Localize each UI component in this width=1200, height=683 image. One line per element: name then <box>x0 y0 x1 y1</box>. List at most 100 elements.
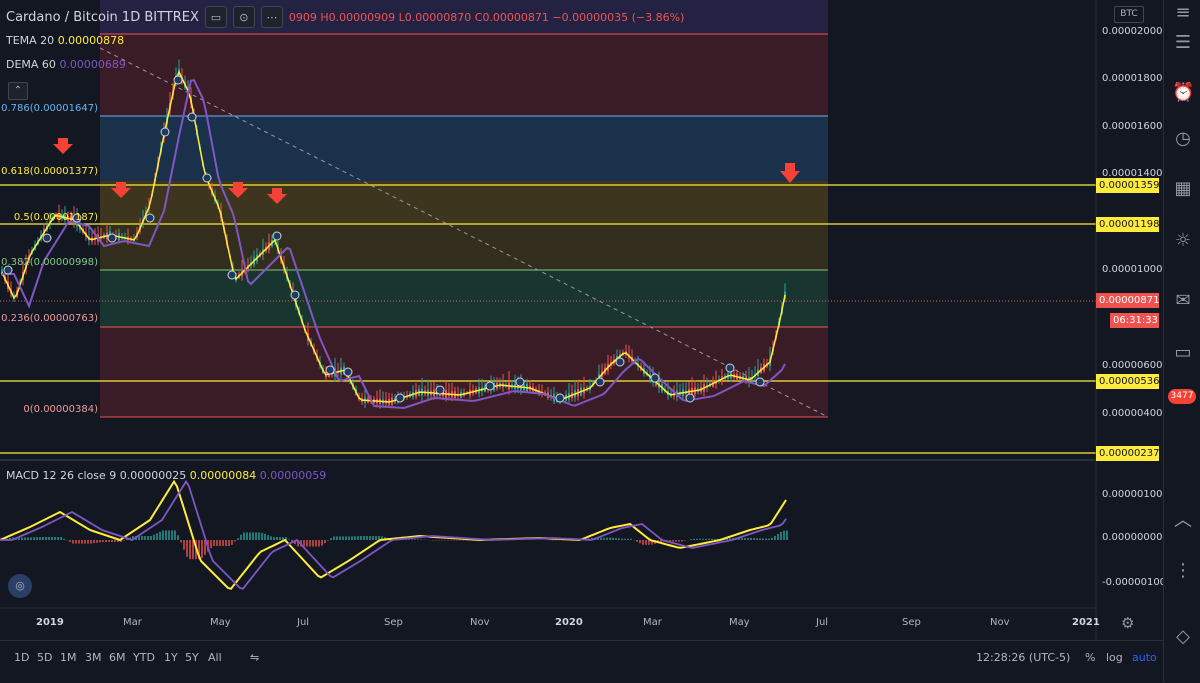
macd-hist-bar <box>747 538 749 540</box>
macd-hist-bar <box>348 536 350 540</box>
chevron-up-icon[interactable]: ︿ <box>1172 510 1194 532</box>
range-button-5d[interactable]: 5D <box>37 651 52 664</box>
fib-label: 0.786(0.00001647) <box>1 103 98 114</box>
auto-toggle[interactable]: auto <box>1132 651 1157 664</box>
macd-hist-bar <box>630 539 632 540</box>
chat-icon[interactable]: ✉ <box>1172 290 1194 312</box>
clock[interactable]: 12:28:26 (UTC-5) <box>976 651 1070 664</box>
symbol-title[interactable]: Cardano / Bitcoin 1D BITTREX <box>6 10 199 25</box>
macd-hist-bar <box>93 540 95 543</box>
range-button-3m[interactable]: 3M <box>85 651 102 664</box>
macd-hist-bar <box>318 540 320 547</box>
watchlist-icon[interactable]: ☰ <box>1172 32 1194 54</box>
tema-legend[interactable]: TEMA 20 0.00000878 <box>6 34 124 47</box>
macd-hist-bar <box>705 539 707 540</box>
menu-icon[interactable]: ≡ <box>1172 2 1194 24</box>
macd-hist-bar <box>72 540 74 544</box>
range-button-6m[interactable]: 6M <box>109 651 126 664</box>
macd-hist-bar <box>762 539 764 541</box>
range-button-1d[interactable]: 1D <box>14 651 29 664</box>
time-tick: 2021 <box>1072 617 1100 628</box>
scroll-nav-icon[interactable]: ◎ <box>8 574 32 598</box>
macd-hist-bar <box>699 539 701 540</box>
macd-hist-bar <box>753 538 755 540</box>
macd-hist-bar <box>114 540 116 542</box>
macd-hist-bar <box>96 540 98 543</box>
macd-legend[interactable]: MACD 12 26 close 9 0.00000025 0.00000084… <box>6 469 326 482</box>
log-toggle[interactable]: log <box>1106 651 1123 664</box>
price-tag-yellow: 0.00000237 <box>1096 446 1159 461</box>
gear-icon[interactable]: ⚙ <box>1121 614 1134 632</box>
more-icon[interactable]: ⋯ <box>261 6 283 28</box>
range-button-ytd[interactable]: YTD <box>133 651 155 664</box>
settings-icon[interactable]: ⊙ <box>233 6 255 28</box>
macd-hist-bar <box>375 536 377 540</box>
calendar-icon[interactable]: ▦ <box>1172 178 1194 200</box>
macd-hist-bar <box>648 540 650 545</box>
price-tick: 0.00000600 <box>1102 360 1162 371</box>
range-button-1m[interactable]: 1M <box>60 651 77 664</box>
macd-hist-bar <box>288 539 290 540</box>
macd-hist-bar <box>213 540 215 546</box>
macd-hist-bar <box>411 539 413 540</box>
macd-hist-bar <box>36 537 38 540</box>
streams-icon[interactable]: ▭ <box>1172 342 1194 364</box>
time-tick: Jul <box>297 617 309 628</box>
range-button-all[interactable]: All <box>208 651 222 664</box>
range-button-5y[interactable]: 5Y <box>185 651 199 664</box>
macd-hist-bar <box>420 539 422 540</box>
right-toolbar: ≡ ☰ ⏰ ◷ ▦ ☼ ✉ ▭ 3477 ︿ ⋮ ◇ <box>1163 0 1200 682</box>
macd-hist-bar <box>750 538 752 540</box>
date-range-icon[interactable]: ⇋ <box>250 651 259 664</box>
macd-hist-bar <box>636 540 638 542</box>
dom-icon[interactable]: ⋮ <box>1172 560 1194 582</box>
macd-hist-bar <box>27 537 29 540</box>
macd-hist-bar <box>165 530 167 540</box>
range-button-1y[interactable]: 1Y <box>164 651 178 664</box>
macd-hist-bar <box>606 538 608 540</box>
macd-hist-bar <box>162 530 164 540</box>
ideas-icon[interactable]: ☼ <box>1172 230 1194 252</box>
price-tag-yellow: 0.00000536 <box>1096 374 1159 389</box>
macd-hist-bar <box>603 538 605 540</box>
macd-hist-bar <box>21 537 23 540</box>
macd-hist-bar <box>684 540 686 541</box>
collapse-legend-icon[interactable]: ⌃ <box>8 82 28 100</box>
signal-marker <box>651 374 659 382</box>
macd-hist-bar <box>645 540 647 545</box>
signal-marker <box>344 368 352 376</box>
hide-icon[interactable]: ▭ <box>205 6 227 28</box>
fib-zone-0236 <box>100 327 828 417</box>
price-chart[interactable] <box>0 0 1163 640</box>
macd-hist-bar <box>759 538 761 540</box>
data-window-icon[interactable]: ◷ <box>1172 128 1194 150</box>
macd-hist-bar <box>327 540 329 541</box>
price-axis[interactable]: 0.000020000.000018000.000016000.00001400… <box>1096 0 1162 608</box>
time-tick: 2020 <box>555 617 583 628</box>
notification-badge[interactable]: 3477 <box>1168 389 1196 404</box>
macd-hist-bar <box>99 540 101 542</box>
macd-hist-bar <box>123 540 125 541</box>
macd-hist-bar <box>255 532 257 540</box>
time-tick: Sep <box>902 617 921 628</box>
macd-hist-bar <box>312 540 314 547</box>
dema-legend[interactable]: DEMA 60 0.00000689 <box>6 58 126 71</box>
layers-icon[interactable]: ◇ <box>1172 626 1194 648</box>
chart-app: Cardano / Bitcoin 1D BITTREX ▭ ⊙ ⋯ 0909 … <box>0 0 1200 682</box>
macd-hist-bar <box>360 536 362 540</box>
macd-hist-bar <box>54 537 56 540</box>
percent-toggle[interactable]: % <box>1085 651 1095 664</box>
signal-marker <box>188 113 196 121</box>
macd-hist-bar <box>60 537 62 540</box>
price-tag-yellow: 0.00001359 <box>1096 178 1159 193</box>
macd-hist-bar <box>372 536 374 540</box>
macd-hist-bar <box>711 539 713 540</box>
macd-hist-bar <box>324 540 326 543</box>
macd-hist-bar <box>642 540 644 545</box>
macd-hist-bar <box>201 540 203 558</box>
macd-hist-bar <box>261 533 263 540</box>
alerts-icon[interactable]: ⏰ <box>1172 82 1194 104</box>
macd-hist-bar <box>111 540 113 542</box>
macd-hist-bar <box>48 537 50 540</box>
macd-hist-bar <box>237 538 239 540</box>
